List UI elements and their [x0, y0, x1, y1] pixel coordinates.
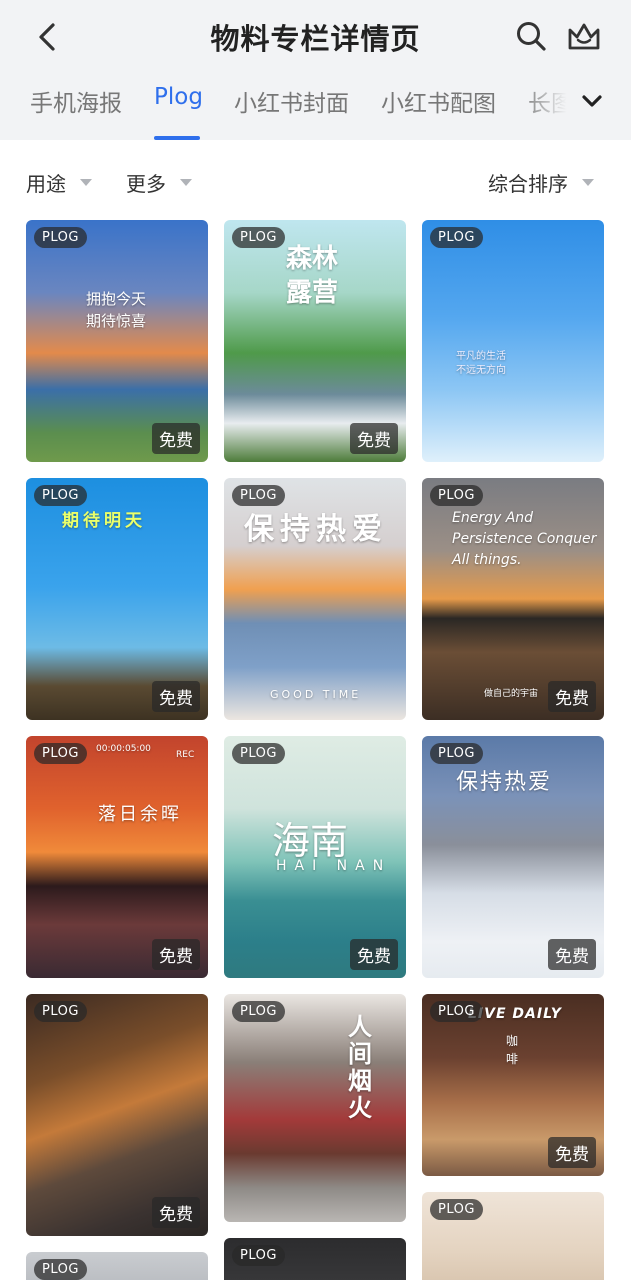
template-card[interactable]: 保持热爱 GOOD TIME PLOG: [224, 478, 406, 720]
free-badge: 免费: [350, 423, 398, 454]
crown-icon: [568, 23, 600, 50]
filter-usage[interactable]: 用途: [26, 168, 92, 197]
plog-badge: PLOG: [34, 227, 87, 248]
plog-badge: PLOG: [232, 1001, 285, 1022]
template-card[interactable]: Energy And Persistence Conquer All thing…: [422, 478, 604, 720]
tab-phone-poster[interactable]: 手机海报: [30, 84, 122, 118]
free-badge: 免费: [548, 939, 596, 970]
search-button[interactable]: [512, 16, 550, 56]
template-card[interactable]: LIVE DAILY 咖啡 PLOG 免费: [422, 994, 604, 1176]
card-timecode: 00:00:05:00: [96, 744, 151, 754]
card-overlay-text: 拥抱今天 期待惊喜: [86, 290, 147, 330]
plog-badge: PLOG: [232, 485, 285, 506]
template-card[interactable]: 期待明天 PLOG 免费: [26, 478, 208, 720]
card-overlay-text: 人间烟火: [348, 1013, 372, 1122]
card-subtitle: 做自己的宇宙: [484, 689, 539, 699]
card-overlay-text: Energy And Persistence Conquer All thing…: [452, 510, 597, 568]
card-rec-label: REC: [176, 750, 195, 760]
plog-badge: PLOG: [430, 227, 483, 248]
template-card[interactable]: 森林 露营 PLOG 免费: [224, 220, 406, 462]
filter-usage-label: 用途: [26, 172, 66, 196]
card-overlay-text: 期待明天: [62, 511, 146, 531]
free-badge: 免费: [152, 423, 200, 454]
free-badge: 免费: [152, 681, 200, 712]
filter-bar: 用途 更多 综合排序: [0, 152, 631, 210]
tabs-expand-button[interactable]: [520, 76, 631, 126]
sort-label: 综合排序: [488, 172, 568, 196]
card-overlay-text: 落日余晖: [98, 804, 182, 825]
card-overlay-text: 森林 露营: [286, 244, 339, 308]
free-badge: 免费: [152, 939, 200, 970]
card-subtitle: 咖啡: [506, 1034, 519, 1066]
card-subtitle: GOOD TIME: [270, 688, 362, 701]
card-overlay-text: 保持热爱: [456, 770, 553, 795]
plog-badge: PLOG: [232, 1245, 285, 1266]
category-tabs: 手机海报 Plog 小红书封面 小红书配图 长图: [0, 76, 631, 140]
free-badge: 免费: [548, 681, 596, 712]
template-card[interactable]: 00:00:05:00 REC 落日余晖 PLOG 免费: [26, 736, 208, 978]
free-badge: 免费: [152, 1197, 200, 1228]
plog-badge: PLOG: [430, 1001, 483, 1022]
plog-badge: PLOG: [430, 485, 483, 506]
plog-badge: PLOG: [34, 1259, 87, 1280]
search-icon: [517, 22, 546, 51]
active-tab-indicator: [154, 136, 200, 140]
caret-down-icon: [80, 179, 92, 186]
template-card[interactable]: PLOG: [26, 1252, 208, 1280]
template-card[interactable]: 保持热爱 PLOG 免费: [422, 736, 604, 978]
plog-badge: PLOG: [34, 485, 87, 506]
header-bar: 物料专栏详情页 手机海报 Plog 小红书封面 小红书配图 长图: [0, 0, 631, 140]
plog-badge: PLOG: [34, 1001, 87, 1022]
chevron-down-icon: [582, 95, 602, 107]
free-badge: 免费: [350, 939, 398, 970]
template-card[interactable]: 人间烟火 PLOG: [224, 994, 406, 1222]
template-card[interactable]: PLOG 免费: [26, 994, 208, 1236]
card-image: [224, 994, 406, 1222]
template-card[interactable]: 海南 HAI NAN PLOG 免费: [224, 736, 406, 978]
sort-dropdown[interactable]: 综合排序: [488, 168, 594, 197]
caret-down-icon: [180, 179, 192, 186]
card-image: [422, 220, 604, 462]
plog-badge: PLOG: [232, 743, 285, 764]
card-subtitle: HAI NAN: [276, 858, 392, 874]
tab-plog[interactable]: Plog: [154, 84, 203, 110]
template-card[interactable]: PLOG: [224, 1238, 406, 1280]
tab-xiaohongshu-cover[interactable]: 小红书封面: [234, 84, 349, 118]
plog-badge: PLOG: [34, 743, 87, 764]
template-card[interactable]: 拥抱今天 期待惊喜 PLOG 免费: [26, 220, 208, 462]
card-overlay-text: 平凡的生活 不远无方向: [456, 351, 506, 376]
plog-badge: PLOG: [430, 743, 483, 764]
filter-more-label: 更多: [126, 172, 166, 196]
card-overlay-text: 海南: [272, 819, 349, 863]
tab-xiaohongshu-image[interactable]: 小红书配图: [381, 84, 496, 118]
template-card[interactable]: PLOG: [422, 1192, 604, 1280]
plog-badge: PLOG: [232, 227, 285, 248]
free-badge: 免费: [548, 1137, 596, 1168]
plog-badge: PLOG: [430, 1199, 483, 1220]
filter-more[interactable]: 更多: [126, 168, 192, 197]
caret-down-icon: [582, 179, 594, 186]
vip-button[interactable]: [564, 16, 604, 56]
template-card[interactable]: 平凡的生活 不远无方向 PLOG: [422, 220, 604, 462]
card-overlay-text: 保持热爱: [244, 512, 388, 547]
